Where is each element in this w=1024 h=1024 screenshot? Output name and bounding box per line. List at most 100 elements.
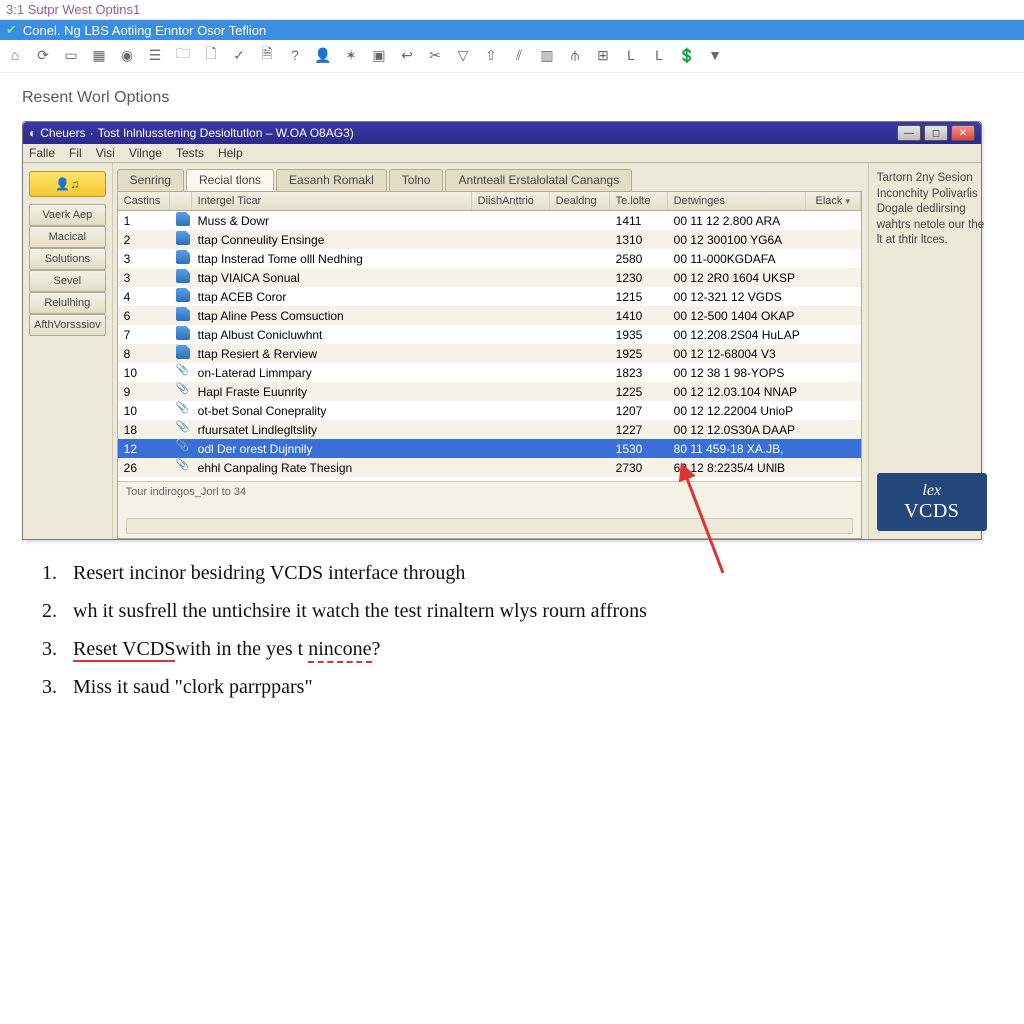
col-telolte[interactable]: Te.lolte bbox=[610, 192, 668, 210]
col-icon[interactable] bbox=[170, 192, 192, 210]
vcds-logo: lex VCDS bbox=[877, 473, 987, 531]
cell-title: Muss & Dowr bbox=[192, 213, 472, 229]
menu-vilnge[interactable]: Vilnge bbox=[129, 146, 162, 160]
minimize-button[interactable]: — bbox=[897, 125, 921, 141]
maximize-button[interactable]: ◻ bbox=[924, 125, 948, 141]
target-icon[interactable]: ◉ bbox=[118, 46, 136, 64]
cell-el bbox=[806, 467, 861, 469]
grid2-icon[interactable]: ▥ bbox=[538, 46, 556, 64]
table-row[interactable]: 8ttap Resiert & Rerview192500 12 12-6800… bbox=[118, 344, 861, 363]
sidebar-icon-button[interactable]: 👤♫ bbox=[29, 171, 106, 197]
table-row[interactable]: 9Hapl Fraste Euunrity122500 12 12.03.104… bbox=[118, 382, 861, 401]
folder-icon[interactable]: 🗀 bbox=[174, 46, 192, 64]
cell-title: ehhl Canpaling Rate Thesign bbox=[192, 460, 472, 476]
filter-icon[interactable]: ▼ bbox=[706, 46, 724, 64]
L2-icon[interactable]: L bbox=[650, 46, 668, 64]
instruction-item: 3. Reset VCDSwith in the yes t nincone? bbox=[42, 630, 996, 668]
sidebar-vaerk aep[interactable]: Vaerk Aep bbox=[29, 204, 106, 226]
cell-te: 1411 bbox=[610, 213, 668, 229]
col-diishanttrio[interactable]: DiishAnttrio bbox=[472, 192, 550, 210]
refresh-icon[interactable]: ⟳ bbox=[34, 46, 52, 64]
form-icon[interactable]: ☰ bbox=[146, 46, 164, 64]
cell-det: 00 12 12.22004 UnioP bbox=[668, 403, 806, 419]
up-icon[interactable]: ⇧ bbox=[482, 46, 500, 64]
table-row[interactable]: 1Muss & Dowr141100 11 12 2.800 ARA bbox=[118, 211, 861, 230]
money-icon[interactable]: 💲 bbox=[678, 46, 696, 64]
col-castins[interactable]: Castins bbox=[118, 192, 170, 210]
table-row[interactable]: 18rfuursatet Lindlegltslity122700 12 12.… bbox=[118, 420, 861, 439]
globe-icon[interactable]: ✶ bbox=[342, 46, 360, 64]
sidebar-relulhing[interactable]: Relulhing bbox=[29, 292, 106, 314]
cell-el bbox=[806, 429, 861, 431]
table-row[interactable]: 7ttap Albust Conicluwhnt193500 12.208.2S… bbox=[118, 325, 861, 344]
tab-0[interactable]: Senring bbox=[117, 169, 184, 191]
cell-de bbox=[550, 220, 610, 222]
cell-det: 80 11 459-18 XA.JB, bbox=[668, 441, 806, 457]
sidebar-sevel[interactable]: Sevel bbox=[29, 270, 106, 292]
tab-2[interactable]: Easanh Romakl bbox=[276, 169, 387, 191]
menu-fil[interactable]: Fil bbox=[69, 146, 82, 160]
table-row[interactable]: 10ot-bet Sonal Coneprality120700 12 12.2… bbox=[118, 401, 861, 420]
menubar-text: Conel. Ng LBS Aotiing Enntor Osor Teflio… bbox=[23, 23, 266, 38]
chart-icon[interactable]: ⫽ bbox=[510, 46, 528, 64]
cell-de bbox=[550, 429, 610, 431]
table-row[interactable]: 3ttap Insterad Tome olll Nedhing258000 1… bbox=[118, 249, 861, 268]
question-icon[interactable]: ? bbox=[286, 46, 304, 64]
table-row[interactable]: 10on-Laterad Limmpary182300 12 38 1 98-Y… bbox=[118, 363, 861, 382]
antenna-icon[interactable]: ⫛ bbox=[566, 46, 584, 64]
picture-icon[interactable]: ▣ bbox=[370, 46, 388, 64]
table-row[interactable]: 26ehhl Canpaling Rate Thesign273060 12 8… bbox=[118, 458, 861, 477]
grid-icon[interactable]: ▦ bbox=[90, 46, 108, 64]
cell-n: 1 bbox=[118, 213, 170, 229]
table-row[interactable]: 12odl Der orest Dujnnily153080 11 459-18… bbox=[118, 439, 861, 458]
cell-n: 7 bbox=[118, 327, 170, 343]
cell-de bbox=[550, 353, 610, 355]
table-row[interactable]: 4ttap ACEB Coror121500 12-321 12 VGDS bbox=[118, 287, 861, 306]
L1-icon[interactable]: L bbox=[622, 46, 640, 64]
app-menubar[interactable]: ✔ Conel. Ng LBS Aotiing Enntor Osor Tefl… bbox=[0, 20, 1024, 40]
table-row[interactable]: 6ttap Aline Pess Comsuction141000 12-500… bbox=[118, 306, 861, 325]
instruction-item: 1. Resert incinor besidring VCDS interfa… bbox=[42, 554, 996, 592]
page-icon[interactable]: 🗎 bbox=[258, 46, 276, 64]
pin-icon[interactable]: ▽ bbox=[454, 46, 472, 64]
tab-3[interactable]: Tolno bbox=[389, 169, 444, 191]
back-icon[interactable]: ↩ bbox=[398, 46, 416, 64]
cell-title: odl Der orest Dujnnily bbox=[192, 441, 472, 457]
col-elack[interactable]: Elack bbox=[806, 192, 861, 210]
menu-help[interactable]: Help bbox=[218, 146, 243, 160]
close-button[interactable]: ✕ bbox=[951, 125, 975, 141]
doc-icon[interactable]: 🗋 bbox=[202, 46, 220, 64]
col-intergel[interactable]: Intergel Ticar bbox=[192, 192, 472, 210]
col-dealdng[interactable]: Dealdng bbox=[550, 192, 610, 210]
sidebar-solutions[interactable]: Solutions bbox=[29, 248, 106, 270]
cell-det: 00 12 2R0 1604 UKSP bbox=[668, 270, 806, 286]
cell-de bbox=[550, 258, 610, 260]
grid-body[interactable]: 1Muss & Dowr141100 11 12 2.800 ARA2ttap … bbox=[118, 211, 861, 481]
home-icon[interactable]: ⌂ bbox=[6, 46, 24, 64]
scissors-icon[interactable]: ✂ bbox=[426, 46, 444, 64]
row-icon bbox=[170, 230, 192, 249]
user-icon[interactable]: 👤 bbox=[314, 46, 332, 64]
sidebar-afthvorsssiov[interactable]: AfthVorsssiov bbox=[29, 314, 106, 336]
cell-title: ttap Conneulity Ensinge bbox=[192, 232, 472, 248]
table-row[interactable]: 3ttap VIAlCA Sonual123000 12 2R0 1604 UK… bbox=[118, 268, 861, 287]
horizontal-scrollbar[interactable] bbox=[126, 518, 853, 534]
sidebar-macical[interactable]: Macical bbox=[29, 226, 106, 248]
check-icon[interactable]: ✓ bbox=[230, 46, 248, 64]
tab-1[interactable]: Recial tlons bbox=[186, 169, 274, 191]
col-detwinges[interactable]: Detwinges bbox=[668, 192, 806, 210]
table-row[interactable]: 2ttap Conneulity Ensinge131000 12 300100… bbox=[118, 230, 861, 249]
cell-title: ttap Resiert & Rerview bbox=[192, 346, 472, 362]
table-icon[interactable]: ⊞ bbox=[594, 46, 612, 64]
cell-te: 2730 bbox=[610, 460, 668, 476]
menu-tests[interactable]: Tests bbox=[176, 146, 204, 160]
menu-visi[interactable]: Visi bbox=[96, 146, 115, 160]
menu-falle[interactable]: Falle bbox=[29, 146, 55, 160]
tab-4[interactable]: Antnteall Erstalolatal Canangs bbox=[445, 169, 632, 191]
right-pane-text: Tartorn 2ny Sesion Inconchity Polivarlis… bbox=[877, 171, 987, 249]
row-icon bbox=[170, 287, 192, 306]
window-titlebar[interactable]: ◐ Cheuers · Tost Inlnlusstening Desioltu… bbox=[23, 122, 981, 144]
cell-el bbox=[806, 315, 861, 317]
window-icon[interactable]: ▭ bbox=[62, 46, 80, 64]
instruction-list: 1. Resert incinor besidring VCDS interfa… bbox=[0, 540, 1024, 706]
